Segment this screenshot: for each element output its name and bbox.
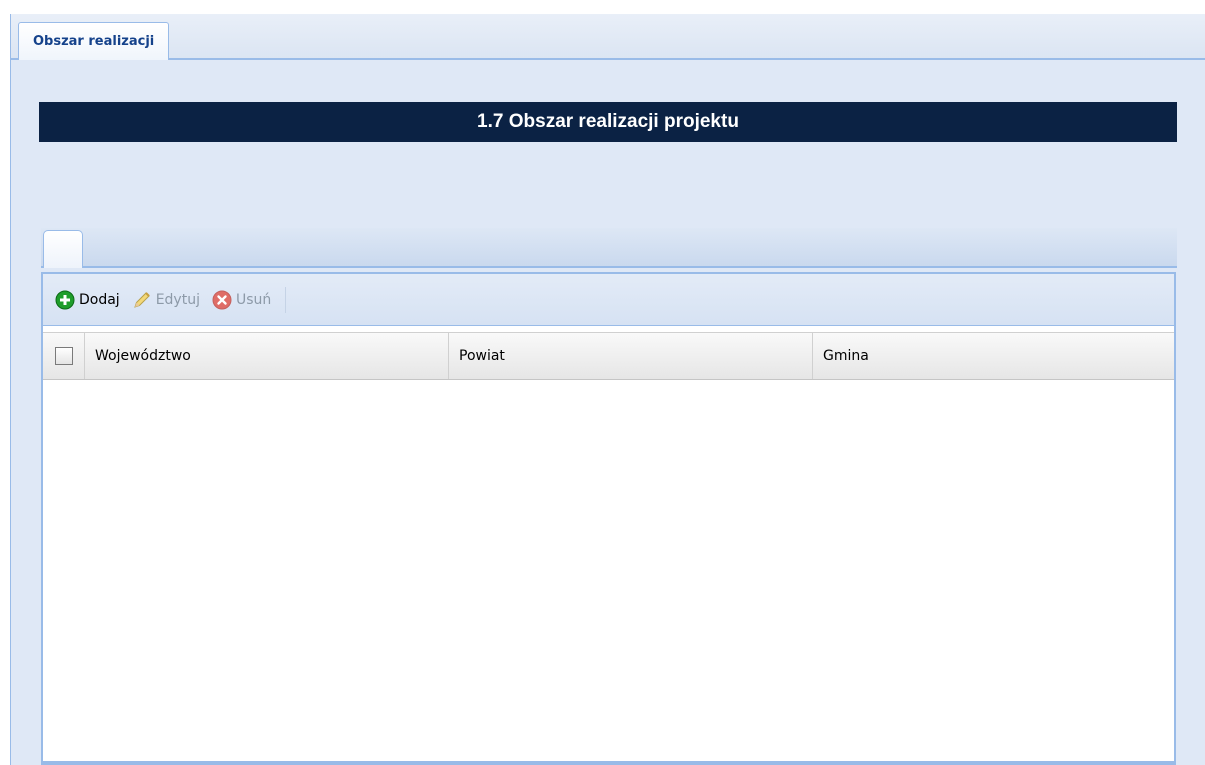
column-header-wojewodztwo[interactable]: Województwo (85, 333, 449, 379)
inner-tab[interactable] (43, 230, 83, 268)
header-select-all-cell (43, 333, 85, 379)
pencil-icon (132, 290, 152, 310)
grid-toolbar: Dodaj Edytuj Usuń (43, 274, 1174, 326)
column-header-label: Województwo (95, 348, 191, 364)
tab-obszar-realizacji[interactable]: Obszar realizacji (18, 22, 170, 60)
add-button-label: Dodaj (79, 291, 120, 308)
select-all-checkbox[interactable] (54, 347, 73, 365)
edit-button[interactable]: Edytuj (130, 285, 206, 315)
grid-bottom-border (43, 761, 1174, 763)
column-header-gmina[interactable]: Gmina (813, 333, 1174, 379)
column-header-label: Powiat (459, 348, 505, 364)
plus-circle-icon (55, 290, 75, 310)
grid-panel: Dodaj Edytuj Usuń Województwo Powiat Gmi… (41, 272, 1176, 765)
add-button[interactable]: Dodaj (53, 285, 126, 315)
toolbar-separator (285, 286, 287, 313)
grid-header-row: Województwo Powiat Gmina (43, 332, 1174, 380)
edit-button-label: Edytuj (155, 291, 200, 308)
delete-button-label: Usuń (235, 291, 272, 308)
delete-button[interactable]: Usuń (210, 285, 277, 315)
window-frame: Obszar realizacji 1.7 Obszar realizacji … (10, 14, 1205, 765)
top-tab-strip: Obszar realizacji (11, 14, 1205, 60)
column-header-powiat[interactable]: Powiat (449, 333, 813, 379)
column-header-label: Gmina (823, 348, 869, 364)
inner-tab-strip (41, 228, 1177, 268)
grid-body[interactable] (43, 380, 1174, 763)
x-circle-icon (212, 290, 232, 310)
tab-label: Obszar realizacji (33, 34, 155, 49)
section-title-bar: 1.7 Obszar realizacji projektu (39, 102, 1177, 142)
section-title: 1.7 Obszar realizacji projektu (477, 111, 739, 132)
